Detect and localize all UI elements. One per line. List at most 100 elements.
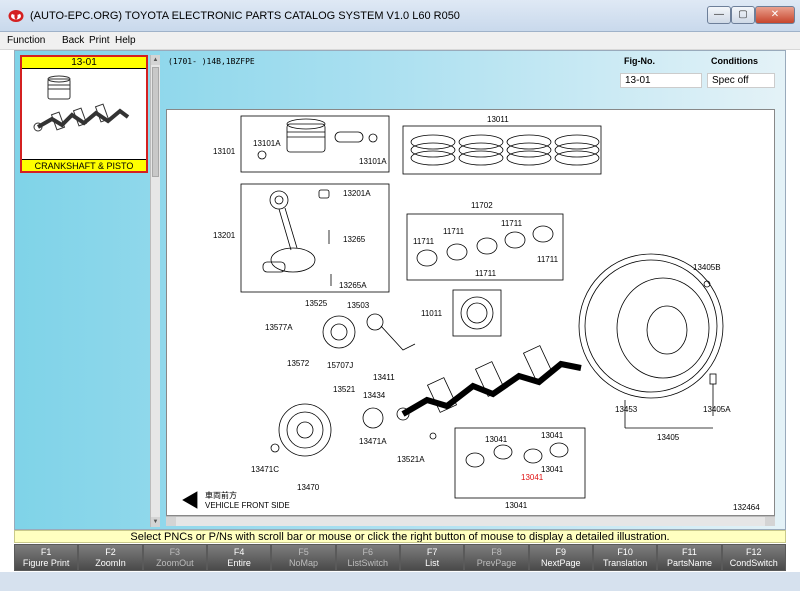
fkey-label: PrevPage — [476, 558, 517, 568]
label-13101a-2[interactable]: 13101A — [359, 157, 387, 166]
status-message: Select PNCs or P/Ns with scroll bar or m… — [14, 530, 786, 543]
scroll-down-icon[interactable]: ▼ — [151, 517, 160, 527]
label-13101a-1[interactable]: 13101A — [253, 139, 281, 148]
main-panel: 13-01 CRANKSHAFT & PISTO ▲ ▼ (1701- )14B… — [14, 50, 786, 530]
label-13201a[interactable]: 13201A — [343, 189, 371, 198]
minimize-button[interactable]: — — [707, 6, 731, 24]
label-13405b[interactable]: 13405B — [693, 263, 721, 272]
fkey-code: F5 — [298, 547, 309, 557]
label-13503[interactable]: 13503 — [347, 301, 370, 310]
f12-cond-switch-button[interactable]: F12 CondSwitch — [721, 544, 786, 571]
fkey-label: List — [425, 558, 440, 568]
menu-help[interactable]: Help — [115, 35, 136, 46]
fkey-code: F2 — [105, 547, 116, 557]
label-13201[interactable]: 13201 — [213, 231, 236, 240]
label-13041-a[interactable]: 13041 — [485, 435, 508, 444]
scroll-right-icon[interactable] — [765, 517, 775, 526]
fkey-code: F3 — [169, 547, 181, 557]
vehicle-front-label: VEHICLE FRONT SIDE — [205, 501, 290, 510]
figure-thumbnail[interactable]: 13-01 CRANKSHAFT & PISTO — [20, 55, 148, 173]
horizontal-scrollbar[interactable] — [166, 516, 775, 526]
fkey-code: F8 — [491, 547, 502, 557]
label-11711-c[interactable]: 11711 — [501, 219, 523, 228]
label-13011[interactable]: 13011 — [487, 115, 509, 124]
menu-back[interactable]: Back — [62, 35, 84, 46]
window-title: (AUTO-EPC.ORG) TOYOTA ELECTRONIC PARTS C… — [30, 10, 460, 22]
fkey-code: F12 — [746, 547, 762, 557]
fig-no-field[interactable]: 13-01 — [620, 73, 702, 88]
fkey-label: ListSwitch — [347, 558, 389, 568]
label-13434[interactable]: 13434 — [363, 391, 386, 400]
label-13041-bottom[interactable]: 13041 — [505, 501, 528, 510]
fkey-label: CondSwitch — [729, 558, 778, 568]
conditions-label: Conditions — [711, 56, 758, 66]
label-11711-d[interactable]: 11711 — [537, 255, 559, 264]
f6-list-switch-button[interactable]: F6 ListSwitch — [335, 544, 400, 571]
label-13525[interactable]: 13525 — [305, 299, 328, 308]
fig-no-label: Fig-No. — [624, 56, 655, 66]
menu-bar: Function Back Print Help — [0, 32, 800, 50]
vertical-scrollbar[interactable]: ▲ ▼ — [150, 55, 160, 527]
label-13265a[interactable]: 13265A — [339, 281, 367, 290]
fkey-label: Entire — [227, 558, 251, 568]
label-13041-b[interactable]: 13041 — [541, 431, 564, 440]
f3-zoom-out-button[interactable]: F3 ZoomOut — [142, 544, 207, 571]
fkey-code: F4 — [233, 547, 245, 557]
title-bar: (AUTO-EPC.ORG) TOYOTA ELECTRONIC PARTS C… — [0, 0, 800, 32]
f4-entire-button[interactable]: F4 Entire — [206, 544, 272, 571]
label-13405[interactable]: 13405 — [657, 433, 680, 442]
label-13101[interactable]: 13101 — [213, 147, 236, 156]
close-button[interactable]: ✕ — [755, 6, 795, 24]
toyota-logo-icon — [8, 10, 24, 22]
label-13453[interactable]: 13453 — [615, 405, 638, 414]
fkey-label: NoMap — [288, 558, 318, 568]
label-13041-c[interactable]: 13041 — [541, 465, 564, 474]
f9-next-page-button[interactable]: F9 NextPage — [528, 544, 593, 571]
label-13405a[interactable]: 13405A — [703, 405, 731, 414]
f2-zoom-in-button[interactable]: F2 ZoomIn — [78, 544, 143, 571]
label-13471c[interactable]: 13471C — [251, 465, 279, 474]
maximize-button[interactable]: ▢ — [731, 6, 755, 24]
f7-list-button[interactable]: F7 List — [399, 544, 465, 571]
menu-print[interactable]: Print — [89, 35, 110, 46]
scroll-up-icon[interactable]: ▲ — [151, 55, 160, 65]
scroll-thumb[interactable] — [152, 67, 159, 177]
label-13471a[interactable]: 13471A — [359, 437, 387, 446]
label-13521a[interactable]: 13521A — [397, 455, 425, 464]
label-13041-red[interactable]: 13041 — [521, 473, 544, 482]
label-15707j[interactable]: 15707J — [327, 361, 353, 370]
f8-prev-page-button[interactable]: F8 PrevPage — [464, 544, 529, 571]
fkey-label: NextPage — [541, 558, 581, 568]
label-13411[interactable]: 13411 — [373, 373, 395, 382]
thumbnail-code: 13-01 — [22, 57, 146, 69]
window-frame-bottom — [0, 572, 800, 591]
label-11702[interactable]: 11702 — [471, 201, 493, 210]
menu-function[interactable]: Function — [7, 35, 45, 46]
fkey-label: Figure Print — [22, 558, 70, 568]
f11-parts-name-button[interactable]: F11 PartsName — [657, 544, 722, 571]
fkey-code: F10 — [617, 547, 633, 557]
label-11011[interactable]: 11011 — [421, 309, 443, 318]
label-11711-a[interactable]: 11711 — [413, 237, 435, 246]
fkey-code: F9 — [555, 547, 567, 557]
conditions-field[interactable]: Spec off — [707, 73, 775, 88]
fkey-label: ZoomOut — [156, 558, 194, 568]
label-13577a[interactable]: 13577A — [265, 323, 293, 332]
crankshaft-thumbnail-image — [33, 75, 130, 132]
f5-no-map-button[interactable]: F5 NoMap — [271, 544, 336, 571]
fkey-label: PartsName — [666, 558, 712, 568]
f1-figure-print-button[interactable]: F1 Figure Print — [14, 544, 79, 571]
label-13521[interactable]: 13521 — [333, 385, 356, 394]
f10-translation-button[interactable]: F10 Translation — [592, 544, 658, 571]
label-13572[interactable]: 13572 — [287, 359, 310, 368]
fkey-code: F11 — [682, 547, 697, 557]
label-13470[interactable]: 13470 — [297, 483, 320, 492]
label-11711-e[interactable]: 11711 — [475, 269, 497, 278]
parts-illustration[interactable]: 13011 13101 13101A 13101A 13201A 13201 1… — [166, 109, 775, 516]
label-11711-b[interactable]: 11711 — [443, 227, 465, 236]
vehicle-front-jp-label: 車両前方 — [205, 490, 237, 500]
label-13265[interactable]: 13265 — [343, 235, 366, 244]
fkey-label: ZoomIn — [95, 558, 126, 568]
fkey-code: F1 — [40, 547, 52, 557]
scroll-left-icon[interactable] — [166, 517, 176, 526]
